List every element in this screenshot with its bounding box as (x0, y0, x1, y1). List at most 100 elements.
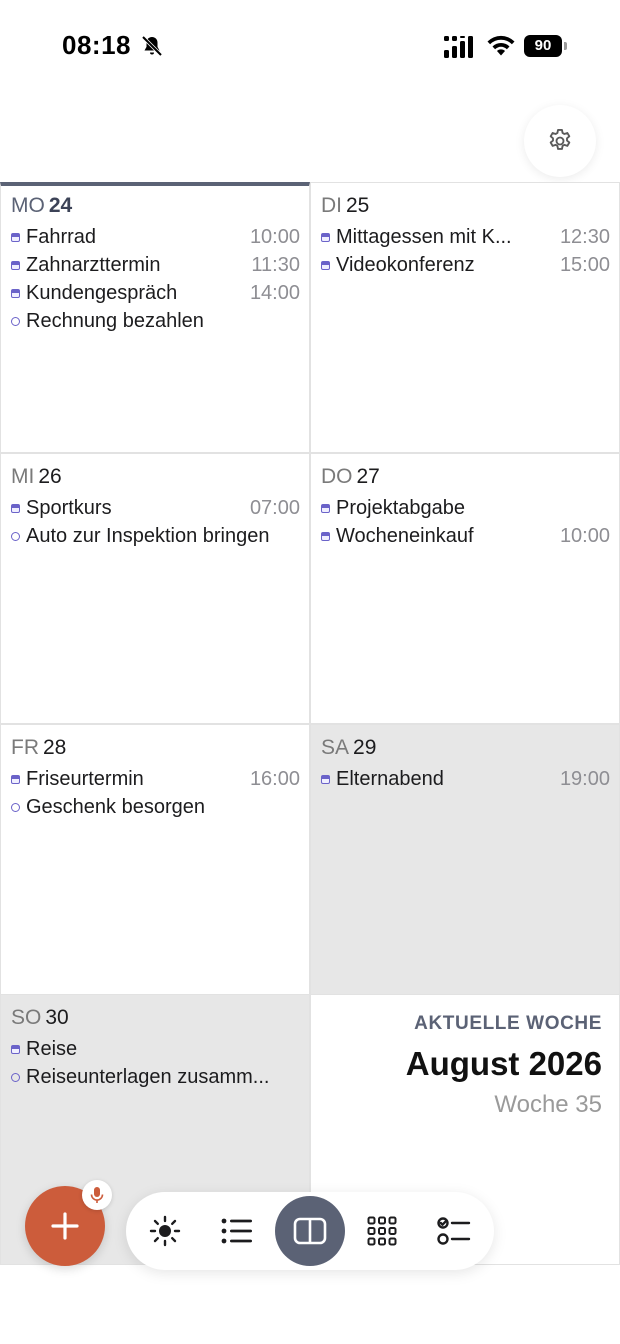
event-title: Auto zur Inspektion bringen (26, 525, 270, 547)
wifi-icon (487, 35, 515, 56)
sun-icon (149, 1215, 181, 1247)
event-item[interactable]: Kundengespräch 14:00 (10, 279, 300, 307)
grid-icon (367, 1216, 397, 1246)
event-item[interactable]: Videokonferenz 15:00 (320, 251, 610, 279)
task-item[interactable]: Rechnung bezahlen (10, 307, 300, 335)
day-cell-di[interactable]: DI 25 Mittagessen mit K... 12:30 Videokonfer… (310, 182, 620, 453)
event-title: Wocheneinkauf (336, 525, 474, 547)
task-circle-icon (11, 1073, 20, 1082)
settings-button[interactable] (524, 105, 596, 177)
event-title: Reiseunterlagen zusamm... (26, 1066, 270, 1088)
event-title: Reise (26, 1038, 78, 1060)
day-abbreviation: FR (11, 736, 39, 759)
summary-month: August 2026 (405, 1045, 602, 1082)
calendar-event-icon (321, 775, 330, 784)
battery-icon: 90 (524, 35, 568, 57)
day-header: DI 25 (321, 193, 610, 223)
event-item[interactable]: Reise (10, 1035, 300, 1063)
event-item[interactable]: Friseurtermin 16:00 (10, 765, 300, 793)
voice-input-button[interactable] (82, 1180, 112, 1210)
day-abbreviation: MI (11, 465, 35, 488)
event-time: 15:00 (559, 254, 610, 276)
day-cell-mo[interactable]: MO 24 Fahrrad 10:00 Zahnarzttermin 11:30 Kunde… (0, 182, 310, 453)
event-title: Geschenk besorgen (26, 796, 206, 818)
event-item[interactable]: Wocheneinkauf 10:00 (320, 522, 610, 550)
task-circle-icon (11, 803, 20, 812)
day-cell-sa[interactable]: SA 29 Elternabend 19:00 (310, 724, 620, 995)
calendar-event-icon (11, 1045, 20, 1054)
event-item[interactable]: Sportkurs 07:00 (10, 494, 300, 522)
status-bar: 08:18 90 (0, 0, 620, 92)
event-time: 10:00 (249, 226, 300, 248)
calendar-event-icon (321, 504, 330, 513)
task-item[interactable]: Geschenk besorgen (10, 793, 300, 821)
event-title: Friseurtermin (26, 768, 144, 790)
day-header: DO 27 (321, 464, 610, 494)
view-today-button[interactable] (130, 1196, 200, 1266)
view-list-button[interactable] (202, 1196, 272, 1266)
view-week-button[interactable] (275, 1196, 345, 1266)
day-cell-mi[interactable]: MI 26 Sportkurs 07:00 Auto zur Inspektion br… (0, 453, 310, 724)
day-header: FR 28 (11, 735, 300, 765)
event-title: Zahnarzttermin (26, 254, 161, 276)
day-cell-do[interactable]: DO 27 Projektabgabe Wocheneinkauf 10:00 (310, 453, 620, 724)
calendar-event-icon (11, 289, 20, 298)
calendar-event-icon (321, 233, 330, 242)
task-item[interactable]: Reiseunterlagen zusamm... (10, 1063, 300, 1091)
event-time: 14:00 (249, 282, 300, 304)
day-number: 25 (346, 194, 370, 217)
event-item[interactable]: Fahrrad 10:00 (10, 223, 300, 251)
day-abbreviation: DI (321, 194, 342, 217)
task-circle-icon (11, 317, 20, 326)
event-title: Videokonferenz (336, 254, 475, 276)
status-time: 08:18 (62, 30, 131, 60)
day-header: MO 24 (11, 193, 300, 223)
event-title: Projektabgabe (336, 497, 465, 519)
battery-level: 90 (524, 35, 562, 57)
task-item[interactable]: Auto zur Inspektion bringen (10, 522, 300, 550)
day-number: 29 (353, 736, 377, 759)
calendar-event-icon (11, 504, 20, 513)
event-item[interactable]: Mittagessen mit K... 12:30 (320, 223, 610, 251)
event-time: 16:00 (249, 768, 300, 790)
plus-icon (51, 1212, 79, 1240)
event-item[interactable]: Zahnarzttermin 11:30 (10, 251, 300, 279)
event-title: Mittagessen mit K... (336, 226, 512, 248)
calendar-event-icon (11, 261, 20, 270)
calendar-event-icon (321, 261, 330, 270)
event-time: 10:00 (559, 525, 610, 547)
event-time: 12:30 (559, 226, 610, 248)
event-item[interactable]: Elternabend 19:00 (320, 765, 610, 793)
event-item[interactable]: Projektabgabe (320, 494, 610, 522)
list-icon (221, 1218, 252, 1244)
battery-tip (564, 42, 567, 50)
day-number: 26 (38, 465, 62, 488)
event-title: Kundengespräch (26, 282, 178, 304)
day-number: 24 (48, 194, 73, 217)
day-number: 27 (356, 465, 380, 488)
day-header: SO 30 (11, 1005, 300, 1035)
gear-icon (549, 128, 571, 150)
day-header: MI 26 (11, 464, 300, 494)
split-view-icon (293, 1217, 327, 1245)
view-tasks-button[interactable] (419, 1196, 489, 1266)
day-abbreviation: SA (321, 736, 350, 759)
view-switcher (126, 1192, 494, 1270)
day-header: SA 29 (321, 735, 610, 765)
event-title: Rechnung bezahlen (26, 310, 204, 332)
view-month-button[interactable] (347, 1196, 417, 1266)
day-cell-fr[interactable]: FR 28 Friseurtermin 16:00 Geschenk besorgen (0, 724, 310, 995)
calendar-event-icon (11, 775, 20, 784)
day-abbreviation: DO (321, 465, 353, 488)
task-circle-icon (11, 532, 20, 541)
day-number: 30 (45, 1006, 69, 1029)
day-abbreviation: MO (11, 194, 45, 217)
event-title: Elternabend (336, 768, 444, 790)
event-title: Fahrrad (26, 226, 97, 248)
microphone-icon (90, 1187, 104, 1203)
summary-label: AKTUELLE WOCHE (414, 1013, 602, 1034)
bell-slash-icon (141, 35, 163, 57)
checklist-icon (437, 1217, 471, 1245)
calendar-event-icon (321, 532, 330, 541)
signal-icon (444, 36, 473, 58)
